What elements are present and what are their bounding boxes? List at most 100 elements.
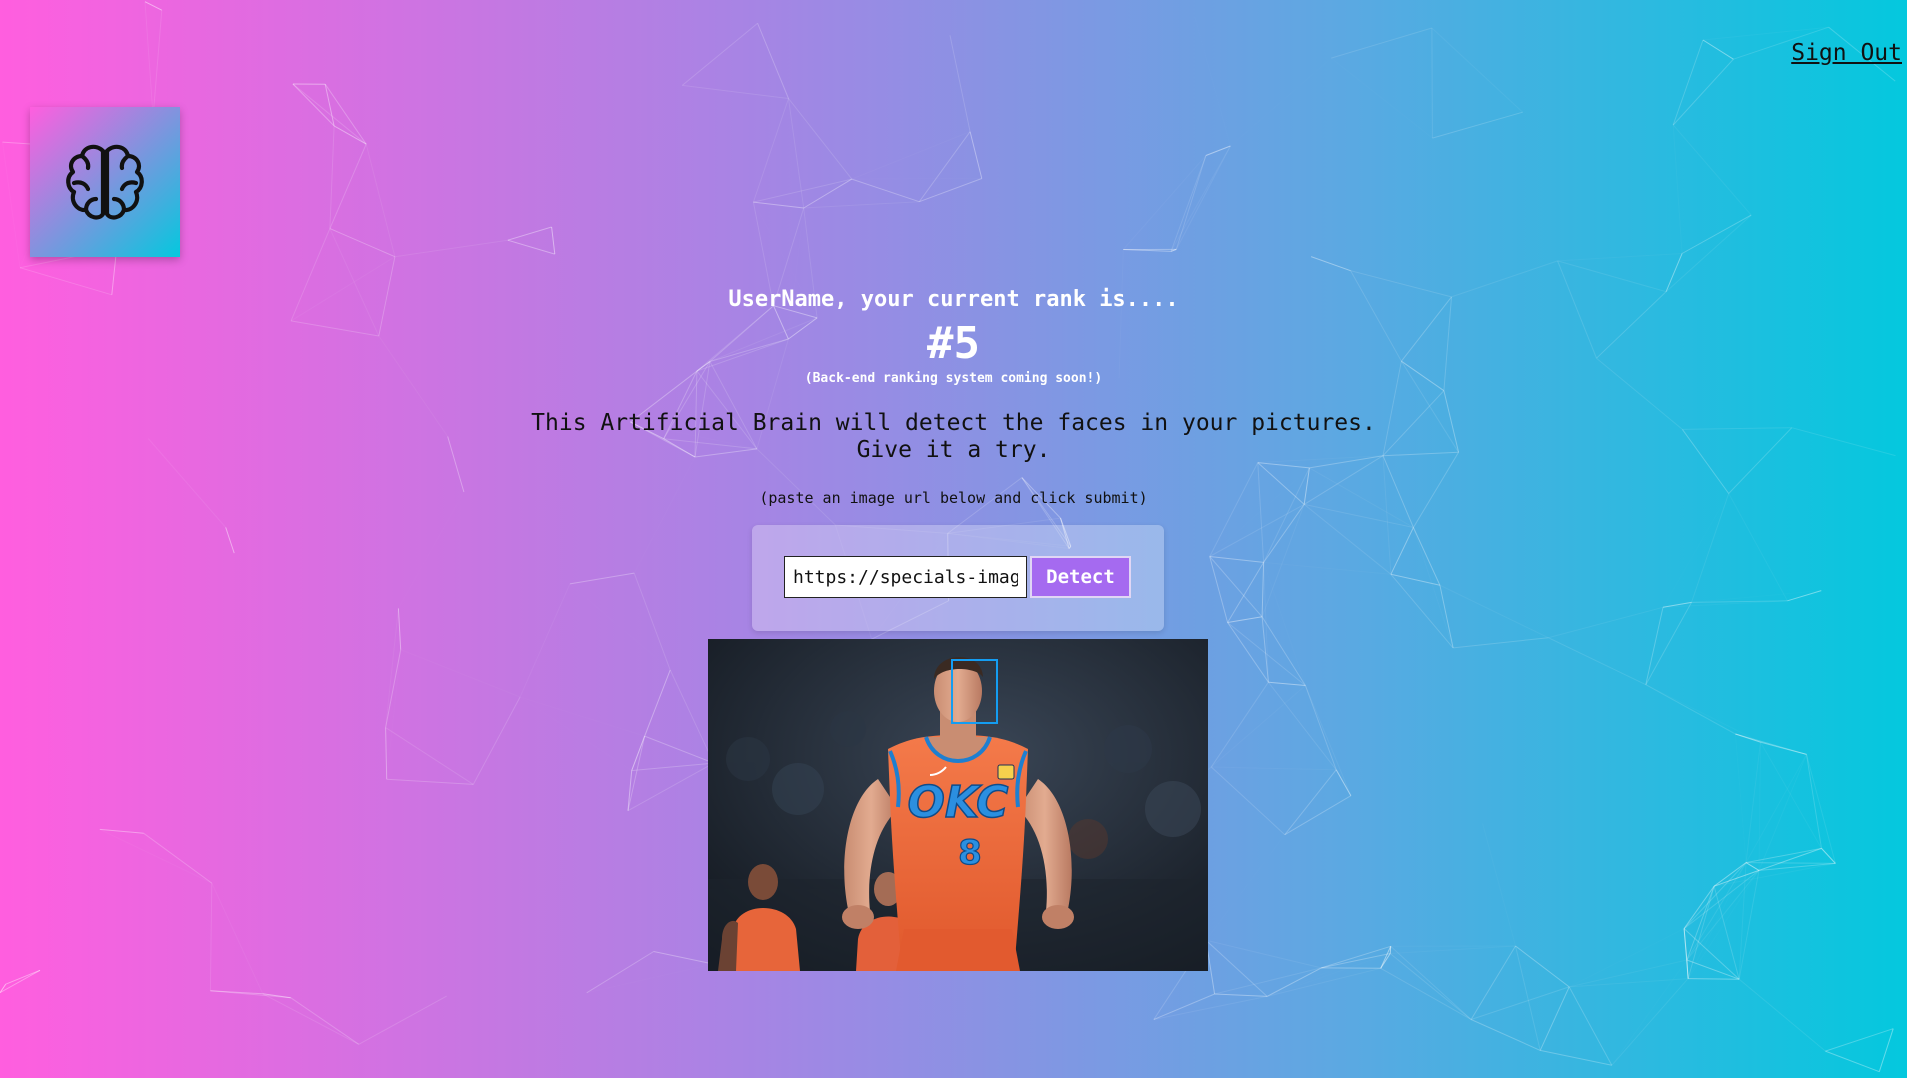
network-line [144, 1, 163, 11]
network-line [1681, 214, 1752, 254]
network-line [324, 84, 335, 127]
network-line [520, 697, 632, 771]
network-line [1390, 945, 1516, 954]
network-line [1264, 562, 1391, 574]
network-line [949, 35, 971, 132]
network-line [401, 650, 520, 697]
network-line [1548, 637, 1647, 686]
network-line [1321, 953, 1391, 969]
network-line [1539, 986, 1570, 1051]
network-line [1214, 993, 1268, 997]
network-line [1663, 494, 1729, 608]
network-line [753, 178, 852, 203]
network-line [803, 178, 853, 209]
network-line [209, 883, 213, 991]
network-line [757, 23, 789, 99]
network-line [1170, 145, 1231, 252]
network-line [1713, 847, 1822, 887]
sign-out-link[interactable]: Sign Out [1791, 40, 1902, 66]
network-line [1309, 468, 1391, 574]
network-line [1210, 468, 1310, 557]
network-line [1268, 681, 1306, 686]
detect-button[interactable]: Detect [1030, 556, 1131, 598]
network-line [1702, 26, 1829, 41]
network-line [1303, 504, 1392, 575]
network-line [1227, 622, 1306, 686]
network-line [1331, 27, 1433, 59]
network-line [1665, 253, 1683, 292]
network-line [1714, 862, 1836, 887]
network-line [152, 10, 163, 117]
network-line [1688, 978, 1740, 980]
network-line [385, 649, 402, 728]
network-line [631, 735, 646, 771]
network-line [1205, 939, 1322, 969]
network-line [1390, 527, 1414, 575]
network-line [1209, 462, 1259, 557]
network-line [1175, 145, 1231, 250]
network-line [1683, 862, 1747, 929]
network-line [1264, 562, 1306, 685]
network-line [1310, 256, 1351, 272]
network-line [1413, 528, 1453, 648]
network-line [1382, 455, 1392, 575]
network-line [1263, 504, 1305, 563]
network-line [1662, 601, 1692, 608]
network-line [1672, 58, 1734, 126]
network-line [1470, 1019, 1541, 1051]
network-line [788, 98, 853, 180]
network-line [1209, 556, 1264, 563]
network-line [358, 995, 447, 1045]
network-line [1688, 870, 1759, 978]
network-line [0, 983, 7, 993]
network-line [1745, 742, 1761, 863]
network-line [1390, 945, 1472, 1020]
network-line [852, 179, 982, 180]
network-line [1735, 733, 1761, 743]
network-line [1735, 733, 1807, 755]
network-line [385, 727, 388, 780]
network-line [1453, 637, 1549, 649]
network-line [1390, 573, 1454, 649]
network-line [1758, 847, 1822, 871]
network-line [1439, 584, 1549, 639]
network-line [851, 178, 920, 203]
network-line [1738, 978, 1826, 1052]
network-line [1745, 862, 1836, 864]
network-line [1691, 493, 1730, 603]
network-line [1321, 945, 1391, 969]
network-line [1645, 602, 1692, 685]
network-line [1227, 622, 1269, 683]
network-line [1209, 556, 1229, 623]
network-line [1612, 960, 1687, 1065]
network-line [292, 83, 335, 127]
network-line [1214, 967, 1322, 995]
network-line [1263, 562, 1269, 683]
network-line [1568, 986, 1613, 1066]
network-line [385, 608, 399, 728]
network-line [1380, 946, 1392, 969]
network-line [387, 650, 401, 780]
instructions-hint: (paste an image url below and click subm… [759, 489, 1148, 507]
network-line [1266, 967, 1322, 997]
network-line [1268, 681, 1337, 771]
network-line [210, 990, 263, 995]
network-line [333, 125, 367, 145]
network-line [653, 951, 714, 965]
network-line [752, 98, 789, 203]
network-line [1335, 769, 1352, 796]
network-line [1210, 681, 1269, 768]
network-line [1760, 741, 1807, 755]
network-line [918, 131, 971, 202]
network-line [1683, 870, 1760, 929]
network-line [1304, 685, 1352, 796]
network-line [1227, 616, 1263, 623]
network-line [634, 457, 695, 573]
network-line [210, 990, 291, 999]
network-line [1825, 1050, 1880, 1073]
network-line [627, 770, 633, 811]
jersey-text: OKC [908, 777, 1009, 828]
network-line [1645, 607, 1664, 685]
image-url-input[interactable] [784, 556, 1027, 598]
network-line [507, 239, 555, 255]
